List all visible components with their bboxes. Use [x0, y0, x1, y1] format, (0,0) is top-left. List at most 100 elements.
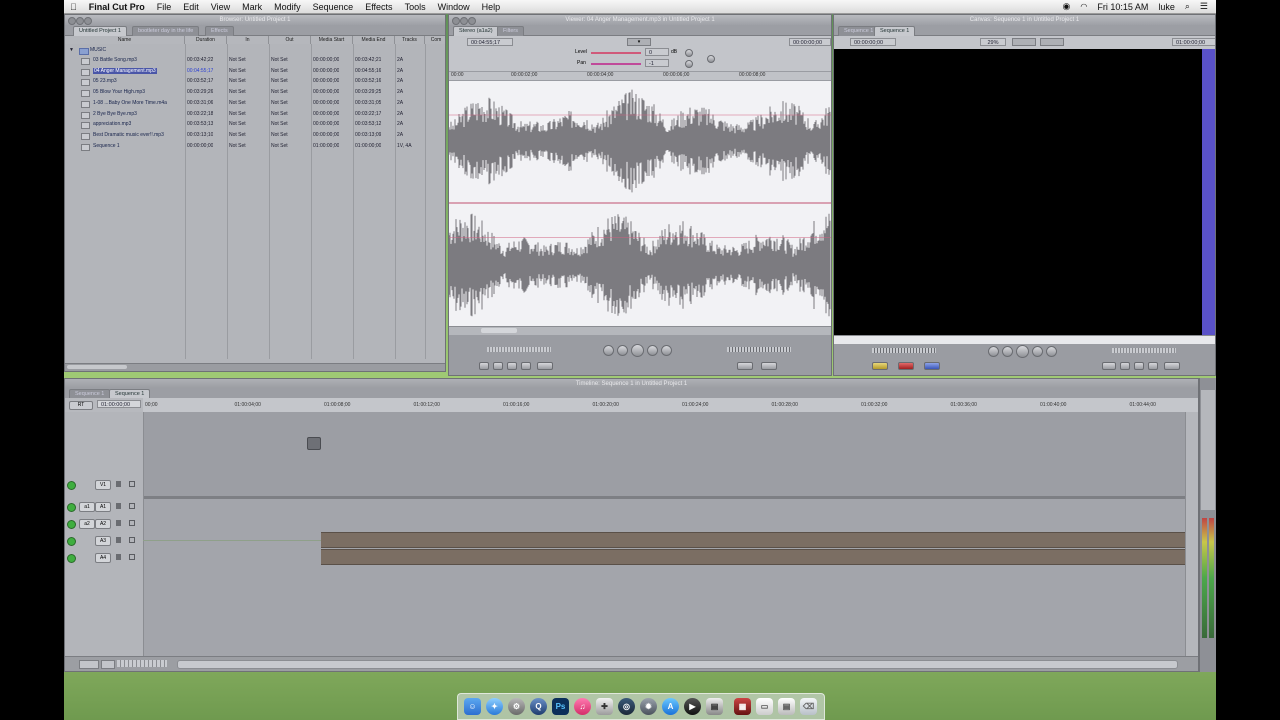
photo-booth-icon[interactable]: ▦: [734, 698, 751, 715]
col-header-media-start[interactable]: Media Start: [311, 36, 353, 44]
col-header-in[interactable]: In: [227, 36, 269, 44]
clip-row[interactable]: 05 Blow Your High.mp3 00:03:29;26 Not Set N…: [65, 87, 439, 98]
col-header-duration[interactable]: Duration: [185, 36, 227, 44]
menu-window[interactable]: Window: [432, 2, 476, 12]
reset-pan-icon[interactable]: [685, 60, 693, 68]
track-visibility-icon[interactable]: [67, 520, 76, 529]
play-in-out-icon[interactable]: [617, 345, 628, 356]
play-around-icon[interactable]: [1032, 346, 1043, 357]
mark-clip-icon[interactable]: [493, 362, 503, 370]
col-header-name[interactable]: Name: [65, 36, 185, 44]
lock-icon[interactable]: [116, 537, 121, 543]
canvas-scrubber[interactable]: [834, 335, 1215, 344]
audio-clip-a4[interactable]: [321, 549, 1189, 565]
zoom-icon[interactable]: [84, 17, 92, 25]
overlay-popup[interactable]: [1040, 38, 1064, 46]
source-patch[interactable]: a1: [79, 502, 95, 512]
close-icon[interactable]: [68, 17, 76, 25]
replace-edit-icon[interactable]: [924, 362, 940, 370]
wifi-icon[interactable]: ◠: [1080, 2, 1087, 11]
minimize-icon[interactable]: [76, 17, 84, 25]
col-header-tracks[interactable]: Tracks: [395, 36, 425, 44]
match-frame-icon[interactable]: [1102, 362, 1116, 370]
menu-view[interactable]: View: [205, 2, 236, 12]
bin-row[interactable]: ▼ MUSIC: [65, 45, 439, 55]
clip-row[interactable]: 1-08 ...Baby One More Time.m4a 00:03:31;0…: [65, 98, 439, 109]
lock-icon[interactable]: [116, 503, 121, 509]
timeline-timecode[interactable]: 01:00:00;00: [97, 400, 141, 408]
tab-untitled-project[interactable]: Untitled Project 1: [73, 26, 127, 36]
play-around-icon[interactable]: [647, 345, 658, 356]
canvas-position-field[interactable]: 01:00:00;00: [1172, 38, 1215, 46]
tab-stereo[interactable]: Stereo (a1a2): [453, 26, 499, 36]
play-icon[interactable]: [631, 344, 644, 357]
itunes-icon[interactable]: ♫: [574, 698, 591, 715]
canvas-shuttle-control[interactable]: [872, 348, 936, 353]
lock-icon[interactable]: [116, 520, 121, 526]
clock[interactable]: Fri 10:15 AM: [1097, 2, 1148, 12]
generator-icon[interactable]: [761, 362, 777, 370]
downloads-icon[interactable]: ▤: [778, 698, 795, 715]
motion-icon[interactable]: ▤: [706, 698, 723, 715]
add-marker-icon[interactable]: [521, 362, 531, 370]
clip-row[interactable]: 03 Battle Song.mp3 00:03:42;22 Not Set Not …: [65, 55, 439, 66]
apple-menu[interactable]: : [64, 2, 83, 12]
timeline-vertical-scrollbar[interactable]: [1185, 412, 1198, 659]
clip-row[interactable]: Sequence 1 00:00:00;00 Not Set Not Set 01:00…: [65, 141, 439, 152]
lock-icon[interactable]: [116, 554, 121, 560]
clip-row[interactable]: Best Dramatic music ever!!.mp3 00:03:13;1…: [65, 130, 439, 141]
browser-horizontal-scrollbar[interactable]: [65, 363, 445, 371]
lock-icon[interactable]: [116, 481, 121, 487]
zoom-slider[interactable]: [117, 660, 167, 667]
system-preferences-icon[interactable]: ⚙: [508, 698, 525, 715]
app-menu[interactable]: Final Cut Pro: [83, 2, 151, 12]
add-keyframe-icon[interactable]: [1134, 362, 1144, 370]
destination-patch[interactable]: A3: [95, 536, 111, 546]
drag-hand-icon[interactable]: [707, 55, 715, 63]
col-header-media-end[interactable]: Media End: [353, 36, 395, 44]
menu-help[interactable]: Help: [476, 2, 507, 12]
waveform-display[interactable]: [449, 81, 831, 326]
final-cut-pro-icon[interactable]: ▶: [684, 698, 701, 715]
col-header-comment[interactable]: Com: [425, 36, 445, 44]
canvas-video-display[interactable]: [834, 49, 1202, 335]
tab-bootleter[interactable]: bootleter day in the life: [132, 26, 200, 36]
menu-tools[interactable]: Tools: [399, 2, 432, 12]
mark-in-icon[interactable]: [537, 362, 553, 370]
col-header-out[interactable]: Out: [269, 36, 311, 44]
destination-patch[interactable]: A2: [95, 519, 111, 529]
close-icon[interactable]: [452, 17, 460, 25]
menu-sequence[interactable]: Sequence: [307, 2, 360, 12]
timeline-ruler[interactable]: 00;00 01:00:04;00 01:00:08;00 01:00:12;00 01…: [143, 398, 1198, 412]
track-visibility-icon[interactable]: [67, 537, 76, 546]
clip-row[interactable]: 2 Bye Bye Bye.mp3 00:03:22;18 Not Set Not S…: [65, 109, 439, 120]
safari-icon[interactable]: ✦: [486, 698, 503, 715]
destination-patch[interactable]: V1: [95, 480, 111, 490]
minimize-icon[interactable]: [460, 17, 468, 25]
clip-row[interactable]: 04 Anger Management.mp3 00:04:55;17 Not Se…: [65, 66, 439, 77]
clip-row[interactable]: 05 23.mp3 00:03:52;17 Not Set Not Set 00:00:…: [65, 76, 439, 87]
spotlight-icon[interactable]: ⌕: [1185, 1, 1190, 12]
dropdown-button[interactable]: ▾: [627, 38, 651, 46]
auto-select-icon[interactable]: [129, 503, 135, 509]
auto-select-icon[interactable]: [129, 520, 135, 526]
mark-in-icon[interactable]: [1164, 362, 1180, 370]
auto-select-icon[interactable]: [129, 481, 135, 487]
add-marker-icon[interactable]: [1148, 362, 1158, 370]
screen-record-icon[interactable]: ◉: [1062, 1, 1070, 12]
utility-icon[interactable]: ✚: [596, 698, 613, 715]
auto-select-icon[interactable]: [129, 537, 135, 543]
level-value[interactable]: 0: [645, 48, 669, 56]
finder-icon[interactable]: ☺: [464, 698, 481, 715]
audio-track-area[interactable]: [143, 499, 1186, 659]
tab-sequence-1-active[interactable]: Sequence 1: [874, 26, 916, 36]
add-keyframe-icon[interactable]: [507, 362, 517, 370]
audio-clip-a3[interactable]: [321, 532, 1189, 548]
shuttle-control[interactable]: [487, 347, 551, 352]
app-store-icon[interactable]: A: [662, 698, 679, 715]
notification-center-icon[interactable]: ☰: [1200, 1, 1208, 12]
menu-edit[interactable]: Edit: [177, 2, 205, 12]
track-height-control[interactable]: [79, 660, 99, 669]
canvas-jog-control[interactable]: [1112, 348, 1176, 353]
destination-patch[interactable]: A4: [95, 553, 111, 563]
